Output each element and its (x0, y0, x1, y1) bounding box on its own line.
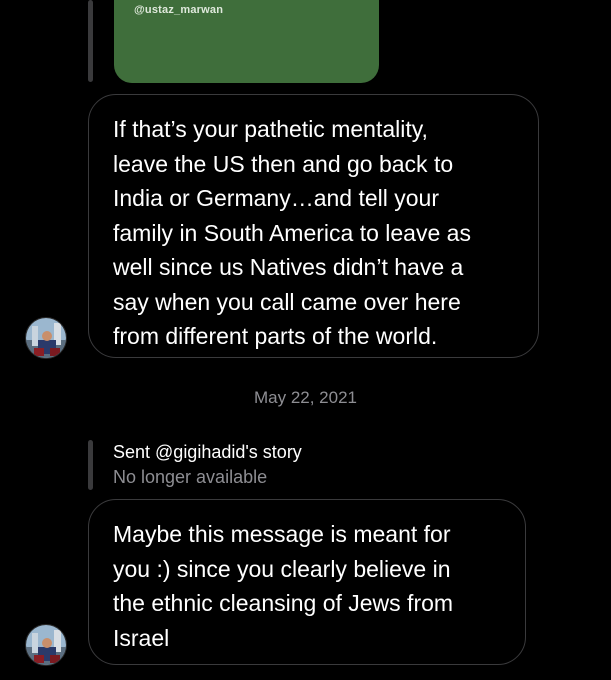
story-reply-notice: Sent @gigihadid's story No longer availa… (113, 440, 302, 489)
date-divider: May 22, 2021 (253, 388, 357, 407)
avatar-photo-icon (26, 318, 66, 358)
shared-post-handle: @ustaz_marwan (134, 4, 224, 16)
message-bubble[interactable]: If that’s your pathetic mentality, leave… (88, 94, 539, 358)
story-reply-title: Sent @gigihadid's story (113, 442, 302, 462)
reply-indicator-bar (88, 0, 93, 82)
avatar-photo-icon (26, 625, 66, 665)
sender-avatar[interactable] (25, 624, 67, 666)
shared-post-card[interactable]: @ustaz_marwan (114, 0, 379, 83)
message-bubble[interactable]: Maybe this message is meant for you :) s… (88, 499, 526, 665)
message-text: If that’s your pathetic mentality, leave… (113, 116, 471, 349)
story-reply-status: No longer available (113, 467, 268, 487)
message-text: Maybe this message is meant for you :) s… (113, 521, 454, 651)
story-reply-bar (88, 440, 93, 490)
sender-avatar[interactable] (25, 317, 67, 359)
